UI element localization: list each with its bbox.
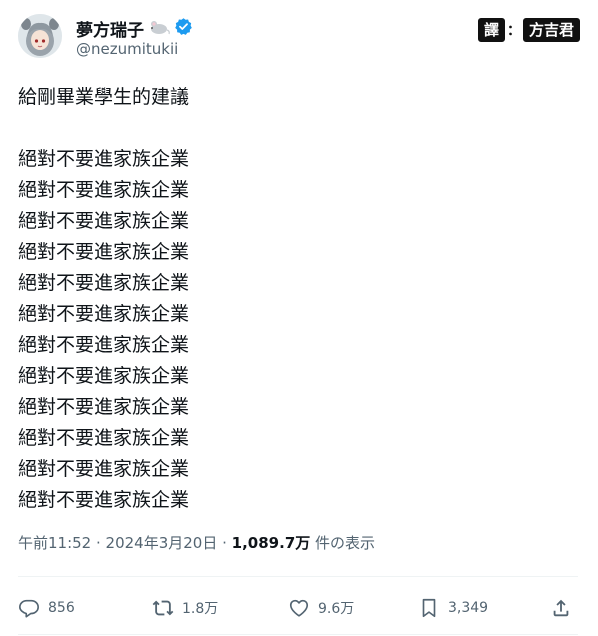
post-line: 絕對不要進家族企業: [18, 489, 190, 511]
view-count: 1,089.7万: [231, 534, 311, 552]
post-lines: 絕對不要進家族企業 絕對不要進家族企業 絕對不要進家族企業 絕對不要進家族企業 絕對不要…: [18, 144, 578, 516]
bookmark-count: 3,349: [448, 600, 489, 616]
post-line: 絕對不要進家族企業: [18, 396, 190, 418]
post-line: 絕對不要進家族企業: [18, 303, 190, 325]
watermark-translator-name: 方吉君: [522, 18, 580, 42]
post-line: 絕對不要進家族企業: [18, 272, 190, 294]
divider: [18, 576, 578, 577]
verified-badge-icon: [174, 17, 193, 40]
view-count-label: 件の表示: [310, 534, 376, 552]
post-line: 絕對不要進家族企業: [18, 458, 190, 480]
translator-watermark: 譯 ： 方吉君: [477, 18, 580, 42]
reply-count: 856: [48, 600, 75, 616]
action-bar: 856 1.8万 9.6万 3,349: [18, 588, 578, 628]
post-line: 絕對不要進家族企業: [18, 241, 190, 263]
repost-icon: [152, 600, 174, 616]
repost-count: 1.8万: [182, 601, 219, 617]
meta-separator: ·: [91, 534, 106, 552]
repost-button[interactable]: 1.8万: [152, 588, 218, 628]
display-name[interactable]: 夢方瑞子: [76, 16, 144, 41]
anime-girl-avatar-icon: [18, 14, 62, 58]
post-line: 絕對不要進家族企業: [18, 334, 190, 356]
watermark-colon: ：: [506, 23, 521, 39]
watermark-translate-label: 譯: [477, 18, 505, 42]
post-time[interactable]: 午前11:52: [18, 534, 91, 552]
bookmark-button[interactable]: 3,349: [418, 588, 488, 628]
reply-icon: [19, 599, 39, 618]
share-icon: [553, 599, 569, 617]
meta-separator: ·: [217, 534, 232, 552]
avatar[interactable]: [18, 14, 62, 58]
name-row: 夢方瑞子: [76, 16, 193, 41]
post-header: 夢方瑞子 @nezumitukii 譯 ： 方吉君: [18, 12, 580, 62]
post-line: 絕對不要進家族企業: [18, 179, 190, 201]
post-line: 絕對不要進家族企業: [18, 148, 190, 170]
heart-icon: [289, 599, 309, 617]
divider: [18, 634, 578, 635]
post-line: 絕對不要進家族企業: [18, 427, 190, 449]
like-button[interactable]: 9.6万: [288, 588, 354, 628]
post-meta: 午前11:52 · 2024年3月20日 · 1,089.7万 件の表示: [18, 532, 375, 553]
bookmark-icon: [422, 598, 436, 618]
post-line: 絕對不要進家族企業: [18, 210, 190, 232]
user-handle[interactable]: @nezumitukii: [76, 40, 178, 58]
post-line: 絕對不要進家族企業: [18, 365, 190, 387]
share-button[interactable]: [550, 588, 572, 628]
post-title-line: 給剛畢業學生的建議: [18, 86, 190, 108]
post-date[interactable]: 2024年3月20日: [106, 534, 218, 552]
like-count: 9.6万: [318, 601, 355, 617]
post-text: 給剛畢業學生的建議 絕對不要進家族企業 絕對不要進家族企業 絕對不要進家族企業 絕對不…: [18, 82, 578, 516]
mouse-emoji-icon: [148, 19, 170, 39]
reply-button[interactable]: 856: [18, 588, 75, 628]
